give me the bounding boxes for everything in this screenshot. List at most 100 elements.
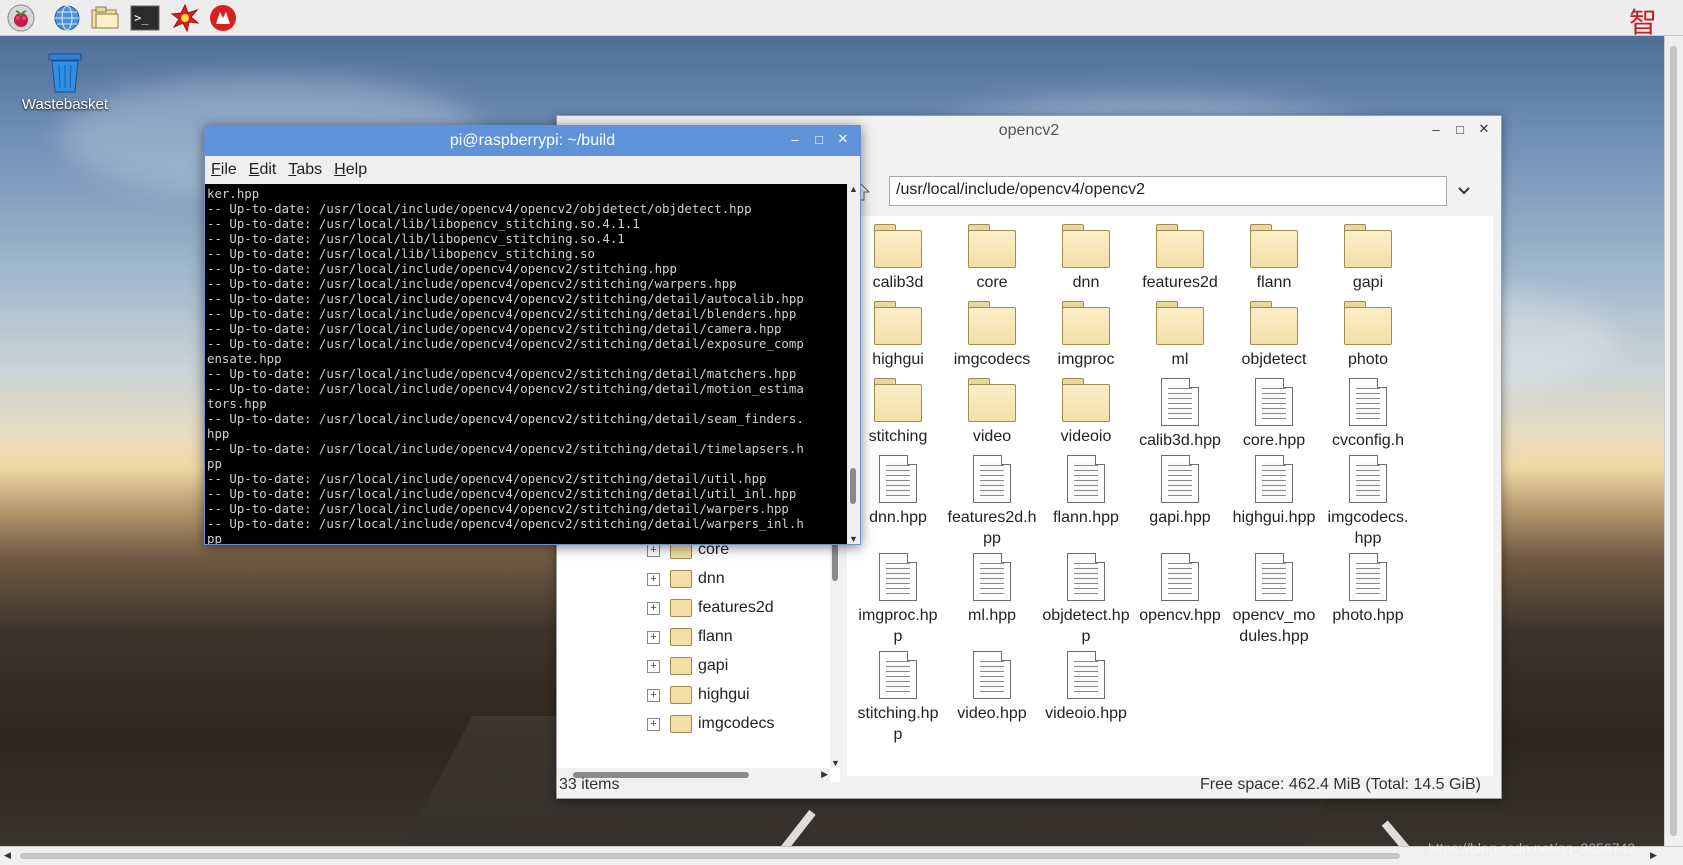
file-item[interactable]: core.hpp [1229, 378, 1319, 451]
file-item[interactable]: objdetect.hp p [1041, 553, 1131, 647]
expand-icon[interactable]: + [647, 630, 660, 644]
folder-item[interactable]: video [947, 378, 1037, 447]
terminal-line: tors.hpp [207, 396, 267, 411]
tree-item-dnn[interactable]: + dnn [647, 566, 725, 592]
file-item[interactable]: flann.hpp [1041, 455, 1131, 528]
folder-item[interactable]: photo [1323, 301, 1413, 370]
file-item[interactable]: imgcodecs. hpp [1323, 455, 1413, 549]
terminal-icon[interactable]: >_ [130, 3, 160, 33]
maximize-button[interactable]: □ [810, 130, 828, 148]
folder-item[interactable]: imgproc [1041, 301, 1131, 370]
tree-item-flann[interactable]: + flann [647, 624, 733, 650]
maximize-button[interactable]: □ [1451, 120, 1469, 138]
folder-item[interactable]: dnn [1041, 224, 1131, 293]
folder-item[interactable]: objdetect [1229, 301, 1319, 370]
file-icon-view[interactable]: calib3d core dnn features2d flann gapi highgui… [847, 216, 1493, 776]
expand-icon[interactable]: + [647, 717, 660, 731]
file-item[interactable]: features2d.h pp [947, 455, 1037, 549]
file-item[interactable]: ml.hpp [947, 553, 1037, 626]
folder-icon [1344, 301, 1392, 345]
folder-item[interactable]: videoio [1041, 378, 1131, 447]
folder-icon [968, 301, 1016, 345]
input-method-icon[interactable]: 智 [1626, 1, 1660, 39]
menu-file[interactable]: File [211, 161, 237, 179]
tree-item-label: imgcodecs [698, 715, 775, 732]
item-label: photo.hpp [1332, 607, 1404, 624]
item-label: videoio.hpp [1045, 705, 1127, 722]
wolfram-icon[interactable] [208, 3, 238, 33]
file-item[interactable]: highgui.hpp [1229, 455, 1319, 528]
minimize-button[interactable]: – [1427, 120, 1445, 138]
math-icon[interactable] [170, 3, 200, 33]
item-label: videoio [1060, 428, 1112, 445]
folder-item[interactable]: calib3d [853, 224, 943, 293]
item-label: flann.hpp [1053, 509, 1119, 526]
wastebasket-shortcut[interactable]: Wastebasket [10, 50, 120, 113]
folder-item[interactable]: gapi [1323, 224, 1413, 293]
folder-icon [670, 686, 692, 704]
tree-item-imgcodecs[interactable]: + imgcodecs [647, 711, 774, 737]
terminal-output[interactable]: ker.hpp -- Up-to-date: /usr/local/include… [205, 184, 847, 544]
menu-tabs[interactable]: Tabs [288, 161, 322, 179]
tree-item-label: gapi [698, 657, 729, 674]
file-item[interactable]: stitching.hp p [853, 651, 943, 745]
file-item[interactable]: opencv.hpp [1135, 553, 1225, 626]
text-file-icon [879, 455, 917, 503]
file-item[interactable]: dnn.hpp [853, 455, 943, 528]
tree-vertical-scrollbar[interactable]: ▼ [830, 536, 840, 768]
file-item[interactable]: gapi.hpp [1135, 455, 1225, 528]
folder-item[interactable]: ml [1135, 301, 1225, 370]
tree-item-features2d[interactable]: + features2d [647, 595, 774, 621]
expand-icon[interactable]: + [647, 659, 660, 673]
terminal-titlebar[interactable]: pi@raspberrypi: ~/build – □ ✕ [205, 126, 860, 156]
minimize-button[interactable]: – [786, 130, 804, 148]
expand-icon[interactable]: + [647, 572, 660, 586]
close-button[interactable]: ✕ [834, 130, 852, 148]
svg-text:>_: >_ [134, 11, 149, 25]
tree-item-gapi[interactable]: + gapi [647, 653, 728, 679]
expand-icon[interactable]: + [647, 601, 660, 615]
item-label: cvconfig.h [1331, 432, 1405, 449]
file-item[interactable]: videoio.hpp [1041, 651, 1131, 724]
folder-item[interactable]: stitching [853, 378, 943, 447]
raspberry-menu-icon[interactable] [6, 3, 36, 33]
terminal-line: -- Up-to-date: /usr/local/include/opencv… [207, 276, 737, 291]
tree-item-highgui[interactable]: + highgui [647, 682, 750, 708]
folder-item[interactable]: flann [1229, 224, 1319, 293]
file-item[interactable]: cvconfig.h [1323, 378, 1413, 451]
screen-vertical-scrollbar[interactable] [1664, 36, 1683, 846]
text-file-icon [1067, 455, 1105, 503]
status-bar: 33 items Free space: 462.4 MiB (Total: 1… [557, 774, 1501, 798]
file-item[interactable]: calib3d.hpp [1135, 378, 1225, 451]
folder-icon [1062, 378, 1110, 422]
web-browser-icon[interactable] [52, 3, 82, 33]
item-label: imgproc [1057, 351, 1115, 368]
expand-icon[interactable]: + [647, 543, 660, 557]
terminal-scrollbar[interactable]: ▲ ▼ [847, 184, 860, 544]
folder-item[interactable]: features2d [1135, 224, 1225, 293]
menu-mnemonic: E [248, 161, 260, 178]
file-item[interactable]: photo.hpp [1323, 553, 1413, 626]
path-input[interactable]: /usr/local/include/opencv4/opencv2 [889, 176, 1447, 206]
item-label: core [976, 274, 1008, 291]
path-history-button[interactable] [1453, 178, 1475, 204]
menu-help[interactable]: Help [334, 161, 367, 179]
terminal-line: -- Up-to-date: /usr/local/include/opencv… [207, 486, 797, 501]
folder-item[interactable]: imgcodecs [947, 301, 1037, 370]
file-item[interactable]: video.hpp [947, 651, 1037, 724]
folder-item[interactable]: core [947, 224, 1037, 293]
free-space: Free space: 462.4 MiB (Total: 14.5 GiB) [1199, 776, 1481, 793]
terminal-line: -- Up-to-date: /usr/local/include/opencv… [207, 201, 752, 216]
file-manager-icon[interactable] [90, 3, 120, 33]
expand-icon[interactable]: + [647, 688, 660, 702]
menu-edit[interactable]: Edit [249, 161, 277, 179]
text-file-icon [973, 455, 1011, 503]
item-label: video [972, 428, 1012, 445]
close-button[interactable]: ✕ [1475, 120, 1493, 138]
directory-tree[interactable]: + core + dnn + features2d + flann + gapi + highgui +… [557, 536, 840, 782]
folder-item[interactable]: highgui [853, 301, 943, 370]
file-item[interactable]: imgproc.hp p [853, 553, 943, 647]
text-file-icon [1255, 378, 1293, 426]
file-item[interactable]: opencv_mo dules.hpp [1229, 553, 1319, 647]
folder-icon [1062, 224, 1110, 268]
